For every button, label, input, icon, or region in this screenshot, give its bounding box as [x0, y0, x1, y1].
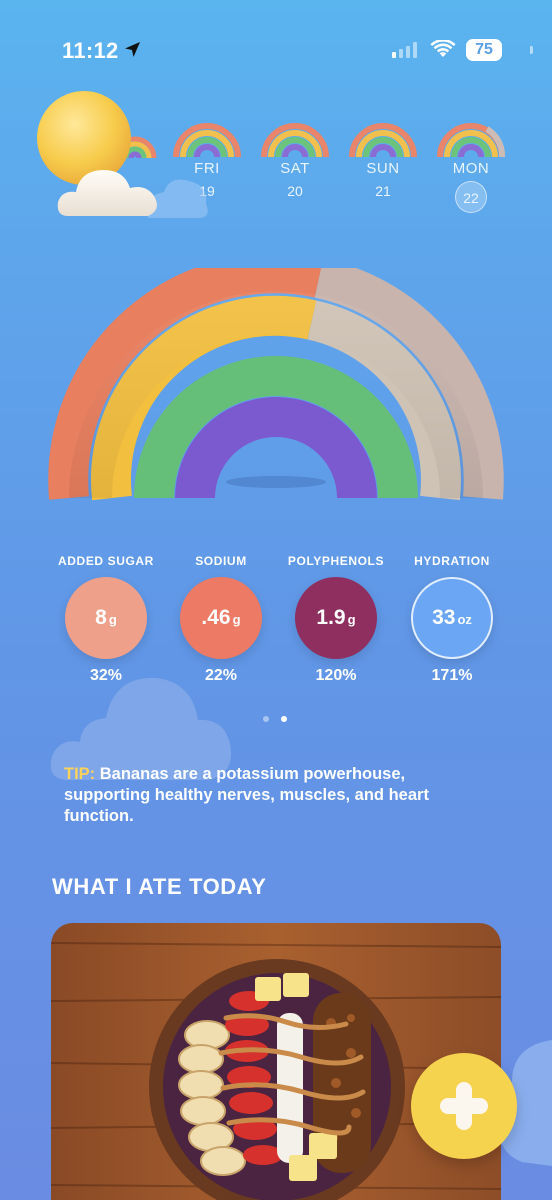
- page-dot[interactable]: [263, 716, 269, 722]
- add-meal-button[interactable]: [411, 1053, 517, 1159]
- section-title: WHAT I ATE TODAY: [52, 874, 267, 899]
- nutrient-label: SODIUM: [195, 554, 247, 568]
- nutrient-label: ADDED SUGAR: [58, 554, 154, 568]
- nutrient-value: 1.9: [316, 606, 346, 629]
- page-indicator[interactable]: [263, 716, 293, 726]
- tip-label: TIP:: [64, 765, 96, 783]
- day-number: 20: [287, 183, 303, 199]
- nutrient-value-circle: .46 g: [180, 577, 262, 659]
- day-rainbow-icon: [349, 123, 417, 158]
- day-rainbow-icon: [437, 123, 506, 158]
- plus-icon: [440, 1082, 488, 1130]
- nutrient-value-circle: 8g: [65, 577, 147, 659]
- sun-behind-cloud-icon: [37, 91, 208, 218]
- nutrient-percent: 120%: [315, 667, 357, 684]
- nutrient-value-circle: 33 oz: [411, 577, 493, 659]
- nutrient-polyphenols[interactable]: POLYPHENOLS 1.9 g 120%: [276, 554, 396, 685]
- nutrient-unit: g: [108, 612, 117, 627]
- nutrition-rainbow-graphic: [48, 268, 504, 501]
- day-name: SUN: [366, 160, 400, 177]
- page-dot-active[interactable]: [281, 716, 287, 722]
- nutrient-unit: g: [347, 612, 356, 627]
- nutrient-percent: 171%: [431, 667, 473, 684]
- day-item-sat[interactable]: SAT 20: [255, 120, 335, 199]
- nutrient-label: POLYPHENOLS: [287, 554, 385, 568]
- nutrient-value-circle: 1.9 g: [295, 577, 377, 659]
- status-time: 11:12: [62, 38, 119, 63]
- day-name: SAT: [280, 160, 310, 177]
- battery-icon: 75: [466, 39, 533, 61]
- battery-level: 75: [466, 39, 502, 61]
- nutrient-value: 8: [95, 606, 107, 629]
- day-rainbow-icon: [261, 123, 329, 158]
- day-item-mon[interactable]: MON 22: [431, 120, 511, 213]
- day-name: MON: [452, 160, 490, 177]
- nutrient-value: 33: [432, 606, 456, 629]
- cellular-signal-icon: [392, 42, 417, 58]
- location-arrow-icon: [125, 42, 140, 57]
- nutrient-label: HYDRATION: [414, 554, 490, 568]
- nutrient-hydration[interactable]: HYDRATION 33 oz 171%: [392, 554, 512, 685]
- nutrient-unit: oz: [457, 612, 472, 627]
- day-number: 22: [455, 181, 487, 213]
- nutrient-value: .46: [201, 606, 231, 629]
- wifi-icon: [430, 40, 456, 57]
- nutrition-tip: TIP: Bananas are a potassium powerhouse,…: [64, 764, 484, 827]
- status-bar: 11:12 75: [0, 0, 552, 100]
- day-number: 21: [375, 183, 391, 199]
- nutrient-unit: g: [232, 612, 241, 627]
- tip-text: Bananas are a potassium powerhouse, supp…: [64, 765, 429, 825]
- day-item-sun[interactable]: SUN 21: [343, 120, 423, 199]
